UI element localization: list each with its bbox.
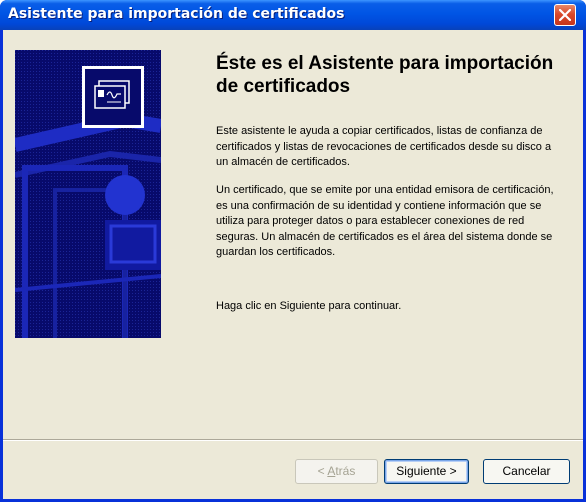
- intro-paragraph: Este asistente le ayuda a copiar certifi…: [216, 125, 552, 168]
- close-button[interactable]: [554, 4, 576, 26]
- wizard-heading: Éste es el Asistente para importación de…: [216, 53, 554, 97]
- certificate-icon: [82, 66, 144, 128]
- back-button[interactable]: < Atrás: [295, 459, 378, 484]
- wizard-window: Asistente para importación de certificad…: [0, 0, 586, 502]
- next-button[interactable]: Siguiente >: [384, 459, 469, 484]
- wizard-body: Éste es el Asistente para importación de…: [3, 30, 583, 499]
- close-icon: [559, 9, 571, 21]
- back-button-rest: trás: [335, 464, 356, 478]
- cancel-button[interactable]: Cancelar: [483, 459, 570, 484]
- back-button-prefix: <: [317, 464, 328, 478]
- window-title: Asistente para importación de certificad…: [8, 6, 345, 22]
- wizard-banner-image: [15, 50, 161, 338]
- title-bar[interactable]: Asistente para importación de certificad…: [0, 0, 586, 30]
- button-separator: [3, 439, 583, 441]
- certificate-description-paragraph: Un certificado, que se emite por una ent…: [216, 184, 554, 258]
- continue-instruction: Haga clic en Siguiente para continuar.: [216, 300, 402, 312]
